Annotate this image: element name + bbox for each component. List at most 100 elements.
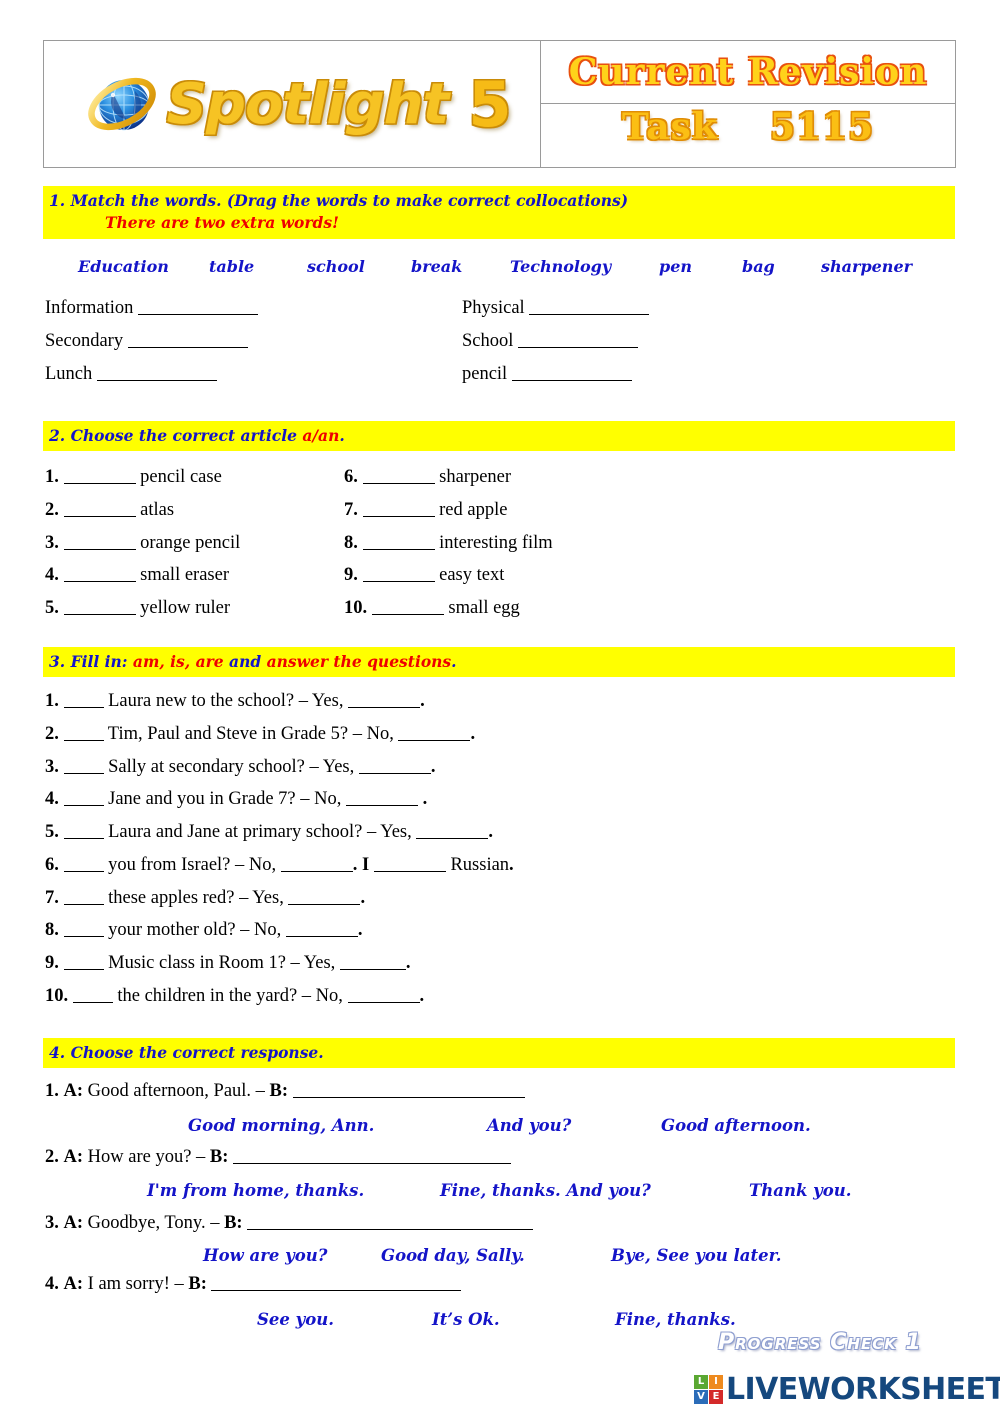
match-left-1: Secondary [45, 331, 248, 352]
fillin-question-0: Laura new to the school? – Yes, [108, 691, 344, 711]
fillin-tail-4: . [488, 822, 493, 842]
fillin-blank-a-8[interactable] [63, 954, 104, 970]
section-3-heading-p3: and [223, 652, 267, 671]
fillin-blank-b-6[interactable] [288, 889, 361, 905]
section-3-heading-p5: . [451, 652, 457, 671]
word-bank-item-1[interactable]: table [209, 257, 254, 276]
fillin-blank-a-7[interactable] [63, 921, 104, 937]
response-b-label-1: B: [209, 1147, 229, 1167]
response-option-0-0[interactable]: Good morning, Ann. [188, 1116, 374, 1135]
globe-icon [83, 65, 161, 143]
fillin-blank-a-5[interactable] [63, 856, 104, 872]
match-right-label-2: pencil [462, 364, 508, 384]
fillin-blank-a-6[interactable] [63, 889, 104, 905]
liveworksheets-logo-icon: L I V E [694, 1375, 723, 1404]
response-option-3-0[interactable]: See you. [257, 1310, 334, 1329]
word-bank-item-6[interactable]: bag [742, 257, 775, 276]
match-left-blank-2[interactable] [96, 365, 217, 381]
fillin-blank-b-5[interactable] [280, 856, 353, 872]
article-right-text-2: interesting film [439, 533, 553, 553]
section-2-heading-post: . [339, 426, 345, 445]
word-bank-item-2[interactable]: school [307, 257, 365, 276]
match-left-blank-1[interactable] [127, 332, 248, 348]
article-left-num-2: 3. [45, 533, 59, 553]
response-option-3-2[interactable]: Fine, thanks. [615, 1310, 736, 1329]
match-left-2: Lunch [45, 364, 217, 385]
fillin-blank-b-1[interactable] [398, 725, 471, 741]
section-3-heading-p4: answer the questions [266, 652, 452, 671]
fillin-question-4: Laura and Jane at primary school? – Yes, [108, 822, 412, 842]
match-right-blank-2[interactable] [511, 365, 632, 381]
fillin-question-6: these apples red? – Yes, [108, 888, 284, 908]
brand-level: 5 [468, 67, 512, 141]
fillin-item-4: 5. Laura and Jane at primary school? – Y… [45, 822, 493, 843]
article-left-blank-3[interactable] [63, 566, 136, 582]
fillin-blank-b-2[interactable] [358, 758, 431, 774]
word-bank-item-7[interactable]: sharpener [821, 257, 912, 276]
title-row-bottom: Task 5115 [541, 104, 955, 167]
article-right-text-4: small egg [448, 598, 520, 618]
response-blank-3[interactable] [211, 1275, 462, 1291]
match-right-1: School [462, 331, 639, 352]
article-left-blank-1[interactable] [63, 501, 136, 517]
article-left-blank-4[interactable] [63, 599, 136, 615]
response-option-1-1[interactable]: Fine, thanks. And you? [440, 1181, 651, 1200]
fillin-blank-a-3[interactable] [63, 790, 104, 806]
fillin-num-0: 1. [45, 691, 59, 711]
match-right-blank-0[interactable] [529, 299, 650, 315]
response-b-label-0: B: [269, 1081, 289, 1101]
article-right-blank-3[interactable] [362, 566, 435, 582]
fillin-blank-a-4[interactable] [63, 823, 104, 839]
article-left-blank-0[interactable] [63, 468, 136, 484]
match-left-blank-0[interactable] [138, 299, 258, 315]
response-option-0-1[interactable]: And you? [487, 1116, 571, 1135]
fillin-blank-a-1[interactable] [63, 725, 104, 741]
match-right-blank-1[interactable] [518, 332, 639, 348]
response-option-2-0[interactable]: How are you? [203, 1246, 327, 1265]
word-bank-item-5[interactable]: pen [659, 257, 692, 276]
article-left-blank-2[interactable] [63, 534, 136, 550]
fillin-blank-b-4[interactable] [416, 823, 489, 839]
fillin-num-4: 5. [45, 822, 59, 842]
fillin-tail-6: . [360, 888, 366, 908]
fillin-tail-5: . I [352, 855, 370, 875]
fillin-blank-a-2[interactable] [63, 758, 104, 774]
response-num-3: 4. [45, 1274, 59, 1294]
response-option-2-1[interactable]: Good day, Sally. [381, 1246, 525, 1265]
fillin-blank-b-7[interactable] [285, 921, 358, 937]
word-bank-item-3[interactable]: break [411, 257, 462, 276]
article-right-1: 7. red apple [344, 500, 507, 521]
response-blank-0[interactable] [292, 1082, 525, 1098]
fillin-blank-a-9[interactable] [72, 987, 113, 1003]
article-right-blank-4[interactable] [371, 599, 444, 615]
article-right-blank-1[interactable] [362, 501, 435, 517]
response-option-1-0[interactable]: I'm from home, thanks. [147, 1181, 364, 1200]
fillin-blank-b-0[interactable] [348, 692, 421, 708]
fillin-num-7: 8. [45, 920, 59, 940]
article-right-blank-2[interactable] [362, 534, 435, 550]
fillin-blank-b-8[interactable] [339, 954, 406, 970]
fillin-blank-a-0[interactable] [63, 692, 104, 708]
task-number: 5115 [769, 105, 875, 148]
fillin-blank-b-3[interactable] [346, 790, 418, 806]
fillin-tail-7: . [357, 920, 363, 940]
section-2-heading-pre: 2. Choose the correct article [49, 426, 303, 445]
fillin-blank-b-9[interactable] [347, 987, 420, 1003]
section-4-heading-text: 4. Choose the correct response. [49, 1043, 324, 1062]
article-right-num-0: 6. [344, 467, 358, 487]
section-3-heading-verbs: am, is, are [132, 652, 224, 671]
fillin-tail-3: . [418, 789, 428, 809]
response-option-2-2[interactable]: Bye, See you later. [611, 1246, 782, 1265]
fillin-blank-c-5[interactable] [373, 856, 446, 872]
response-blank-2[interactable] [247, 1214, 534, 1230]
response-b-label-2: B: [224, 1213, 243, 1233]
response-option-1-2[interactable]: Thank you. [749, 1181, 851, 1200]
article-left-text-0: pencil case [140, 467, 222, 487]
section-3-heading: 3. Fill in: am, is, are and answer the q… [43, 647, 955, 678]
response-option-0-2[interactable]: Good afternoon. [661, 1116, 811, 1135]
response-blank-1[interactable] [233, 1148, 512, 1164]
article-right-blank-0[interactable] [362, 468, 435, 484]
word-bank-item-0[interactable]: Education [78, 257, 169, 276]
word-bank-item-4[interactable]: Technology [510, 257, 611, 276]
response-option-3-1[interactable]: It’s Ok. [432, 1310, 500, 1329]
